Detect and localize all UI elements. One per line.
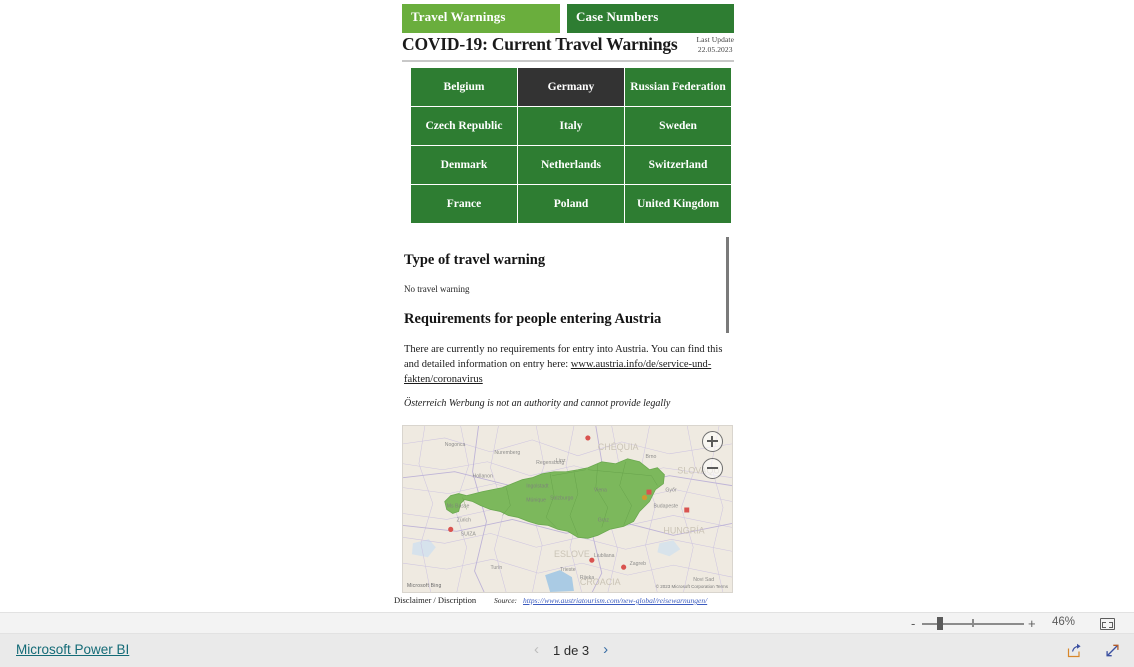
warning-type-heading: Type of travel warning bbox=[404, 252, 546, 268]
country-cell[interactable]: Germany bbox=[518, 68, 624, 106]
report-canvas: Travel Warnings Case Numbers COVID-19: C… bbox=[0, 0, 1134, 612]
country-cell-label: Germany bbox=[547, 80, 595, 93]
svg-text:Liubliana: Liubliana bbox=[594, 553, 615, 559]
country-cell[interactable]: Netherlands bbox=[518, 146, 624, 184]
fullscreen-icon[interactable] bbox=[1104, 642, 1121, 659]
map-zoom-controls bbox=[702, 431, 723, 485]
entry-requirements-heading: Requirements for people entering Austria bbox=[404, 311, 662, 327]
svg-text:Graz: Graz bbox=[598, 517, 610, 523]
map-zoom-out-icon[interactable] bbox=[702, 458, 723, 479]
source-prefix: Source: bbox=[494, 596, 518, 605]
country-cell[interactable]: Denmark bbox=[411, 146, 517, 184]
svg-text:Ms Basse: Ms Basse bbox=[447, 504, 470, 510]
share-icon[interactable] bbox=[1066, 642, 1083, 659]
fit-to-page-icon[interactable] bbox=[1100, 618, 1115, 630]
zoom-slider-thumb[interactable] bbox=[937, 617, 943, 630]
zoom-toolbar: - + 46% bbox=[0, 612, 1134, 634]
country-cell-label: Denmark bbox=[440, 158, 488, 171]
country-cell-label: Czech Republic bbox=[425, 119, 503, 132]
country-cell-label: Switzerland bbox=[648, 158, 708, 171]
svg-text:Hollanon: Hollanon bbox=[473, 474, 493, 480]
country-cell[interactable]: France bbox=[411, 185, 517, 223]
country-cell[interactable]: Belgium bbox=[411, 68, 517, 106]
svg-text:Linz: Linz bbox=[556, 458, 566, 464]
country-cell-label: France bbox=[446, 197, 482, 210]
title-divider bbox=[402, 60, 734, 62]
svg-text:Trieste: Trieste bbox=[560, 567, 576, 573]
page-navigation: ‹ 1 de 3 › bbox=[534, 642, 608, 658]
country-cell[interactable]: United Kingdom bbox=[625, 185, 731, 223]
map-zoom-in-icon[interactable] bbox=[702, 431, 723, 452]
country-cell[interactable]: Sweden bbox=[625, 107, 731, 145]
bing-logo: Microsoft Bing bbox=[407, 583, 442, 589]
page-title: COVID-19: Current Travel Warnings bbox=[402, 34, 678, 54]
tab-strip: Travel Warnings Case Numbers bbox=[402, 4, 734, 33]
title-row: COVID-19: Current Travel Warnings Last U… bbox=[402, 34, 734, 60]
svg-text:Viena: Viena bbox=[594, 488, 607, 494]
zoom-in-button[interactable]: + bbox=[1028, 615, 1036, 632]
svg-text:Salzburgo: Salzburgo bbox=[550, 496, 573, 502]
svg-text:Zürich: Zürich bbox=[457, 517, 471, 523]
legal-disclaimer-note: Österreich Werbung is not an authority a… bbox=[404, 398, 671, 409]
warning-type-value: No travel warning bbox=[404, 284, 470, 294]
tab-case-numbers-label: Case Numbers bbox=[576, 9, 659, 24]
country-cell-label: Poland bbox=[553, 197, 589, 210]
country-cell-label: Belgium bbox=[443, 80, 485, 93]
disclaimer-label: Disclaimer / Discription bbox=[394, 595, 477, 605]
map-canvas: CHÉQUIA SLOVAQU HUNGRÍA ESLOVE CROACIA N… bbox=[403, 426, 732, 592]
zoom-out-button[interactable]: - bbox=[911, 615, 915, 632]
country-cell[interactable]: Switzerland bbox=[625, 146, 731, 184]
svg-text:CHÉQUIA: CHÉQUIA bbox=[598, 442, 639, 452]
svg-text:Rijeka: Rijeka bbox=[580, 575, 594, 581]
svg-text:Nogonca: Nogonca bbox=[445, 442, 466, 448]
powerbi-brand-link[interactable]: Microsoft Power BI bbox=[16, 642, 129, 657]
previous-page-icon[interactable]: ‹ bbox=[534, 642, 539, 658]
country-slicer-grid: Belgium Germany Russian Federation Czech Re… bbox=[411, 68, 731, 223]
map-attribution: © 2023 Microsoft Corporation Terms bbox=[655, 584, 728, 589]
last-update-block: Last Update 22.05.2023 bbox=[696, 35, 734, 55]
country-cell[interactable]: Italy bbox=[518, 107, 624, 145]
tab-travel-warnings[interactable]: Travel Warnings bbox=[402, 4, 560, 33]
tab-travel-warnings-label: Travel Warnings bbox=[411, 9, 506, 24]
country-cell-label: United Kingdom bbox=[636, 197, 720, 210]
country-cell[interactable]: Russian Federation bbox=[625, 68, 731, 106]
tab-case-numbers[interactable]: Case Numbers bbox=[567, 4, 734, 33]
country-cell-label: Russian Federation bbox=[630, 80, 726, 93]
country-cell-label: Italy bbox=[559, 119, 583, 132]
map-visual[interactable]: CHÉQUIA SLOVAQU HUNGRÍA ESLOVE CROACIA N… bbox=[402, 425, 733, 593]
country-cell[interactable]: Czech Republic bbox=[411, 107, 517, 145]
svg-text:Ingolstadt: Ingolstadt bbox=[526, 484, 549, 490]
country-cell-label: Sweden bbox=[659, 119, 697, 132]
source-row: Disclaimer / Discription Source: https:/… bbox=[394, 595, 739, 609]
entry-requirements-text: There are currently no requirements for … bbox=[404, 342, 729, 387]
svg-text:Nuremberg: Nuremberg bbox=[494, 450, 520, 456]
country-cell[interactable]: Poland bbox=[518, 185, 624, 223]
next-page-icon[interactable]: › bbox=[603, 642, 608, 658]
svg-text:Novi Sad: Novi Sad bbox=[693, 577, 714, 583]
svg-text:Zagreb: Zagreb bbox=[630, 561, 646, 567]
detail-scrollbar-thumb[interactable] bbox=[726, 237, 729, 333]
zoom-slider-midpoint-tick bbox=[972, 619, 974, 627]
last-update-date: 22.05.2023 bbox=[697, 45, 733, 54]
source-link[interactable]: https://www.austriatourism.com/new-globa… bbox=[523, 596, 707, 605]
page-indicator: 1 de 3 bbox=[553, 642, 590, 658]
svg-text:Turín: Turín bbox=[490, 565, 502, 571]
svg-text:Budapeste: Budapeste bbox=[653, 504, 678, 510]
svg-text:HUNGRÍA: HUNGRÍA bbox=[663, 525, 704, 535]
status-bar: Microsoft Power BI ‹ 1 de 3 › bbox=[0, 634, 1134, 667]
last-update-label: Last Update bbox=[696, 35, 734, 44]
svg-text:ESLOVE: ESLOVE bbox=[554, 549, 590, 559]
svg-text:SUIZA: SUIZA bbox=[461, 531, 477, 537]
country-cell-label: Netherlands bbox=[540, 158, 602, 171]
svg-text:Múnique: Múnique bbox=[526, 498, 546, 504]
svg-text:Győr: Győr bbox=[665, 488, 676, 494]
zoom-level-value: 46% bbox=[1052, 616, 1076, 628]
svg-text:Brno: Brno bbox=[646, 454, 657, 460]
